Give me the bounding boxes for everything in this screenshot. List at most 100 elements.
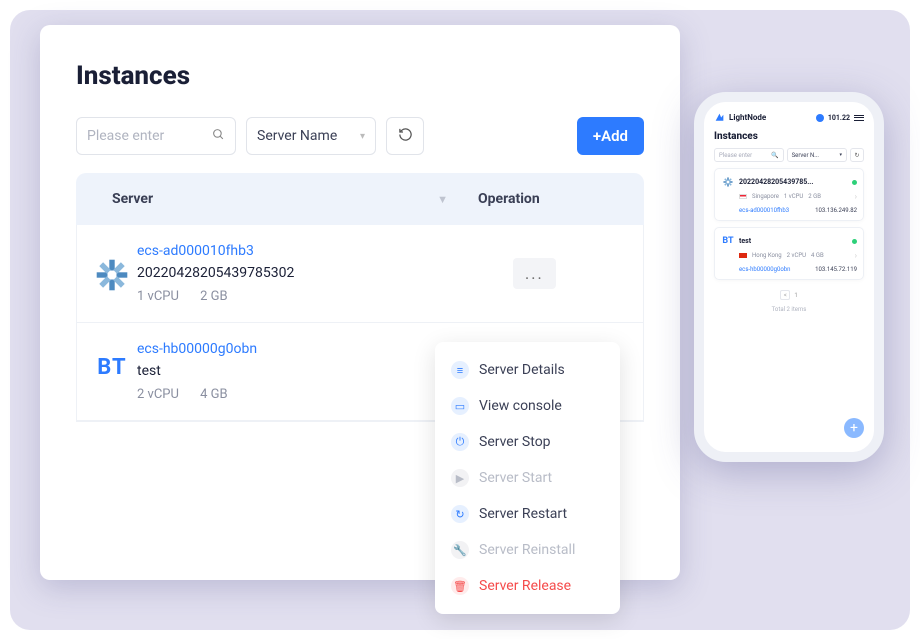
menu-item-label: Server Start (479, 470, 552, 486)
refresh-button[interactable] (386, 117, 424, 155)
col-server-label: Server (112, 191, 153, 207)
instance-spec: 1 vCPU 2 GB (137, 289, 513, 304)
search-icon: 🔍 (771, 152, 778, 159)
os-icon: BT (87, 341, 137, 402)
mem-text: 4 GB (811, 252, 824, 259)
centos-icon (94, 257, 130, 293)
dropdown-label: Server Name (257, 128, 337, 144)
chevron-right-icon: › (855, 251, 857, 260)
region-text: Hong Kong (752, 252, 782, 259)
hamburger-icon[interactable] (854, 115, 864, 121)
phone-refresh-button[interactable]: ↻ (850, 148, 864, 162)
menu-item-label: Server Stop (479, 434, 551, 450)
menu-item-label: Server Reinstall (479, 542, 575, 558)
toolbar-row: Please enter Server Name ▾ +Add (76, 117, 644, 155)
vcpu-text: 1 vCPU (137, 289, 179, 304)
instance-name: 20220428205439785... (739, 178, 848, 186)
phone-screen: LightNode 101.22 Instances Please enter … (704, 102, 874, 452)
phone-mockup: LightNode 101.22 Instances Please enter … (694, 92, 884, 462)
context-menu: ≡ Server Details ▭ View console ⏻ Server… (435, 342, 620, 614)
instance-name: 20220428205439785302 (137, 265, 513, 281)
phone-page-title: Instances (704, 129, 874, 148)
row-operation: ... (513, 243, 643, 304)
balance-amount: 101.22 (828, 114, 850, 122)
filter-icon[interactable]: ▼ (437, 193, 448, 206)
console-icon: ▭ (451, 397, 469, 415)
region-text: Singapore (752, 193, 779, 200)
status-dot-icon (852, 239, 857, 244)
mem-text: 2 GB (200, 289, 228, 304)
pager-prev-button[interactable]: < (780, 290, 790, 300)
col-server-header: Server ▼ (112, 191, 478, 207)
menu-item-label: Server Release (479, 578, 571, 594)
menu-item-label: Server Restart (479, 506, 567, 522)
instance-link[interactable]: ecs-hb00000g0obn (739, 266, 790, 273)
chevron-down-icon: ▾ (839, 152, 842, 158)
mem-text: 4 GB (200, 387, 228, 402)
pager-page-text: 1 (794, 292, 797, 299)
col-operation-header: Operation (478, 191, 608, 207)
phone-instance-card[interactable]: 20220428205439785... Singapore 1 vCPU 2 … (714, 168, 864, 221)
operation-menu-button[interactable]: ... (513, 258, 556, 289)
ip-text: 103.145.72.119 (815, 266, 857, 273)
play-icon: ▶ (451, 469, 469, 487)
fab-add-button[interactable]: + (844, 418, 864, 438)
search-placeholder-text: Please enter (87, 128, 164, 144)
table-header: Server ▼ Operation (76, 173, 644, 225)
brand-name: LightNode (729, 113, 766, 122)
chevron-down-icon: ▾ (360, 131, 365, 142)
menu-server-release[interactable]: 🗑 Server Release (435, 568, 620, 604)
add-button-label: +Add (593, 127, 628, 145)
vcpu-text: 2 vCPU (137, 387, 179, 402)
phone-header: LightNode 101.22 (704, 102, 874, 129)
chevron-right-icon: › (855, 192, 857, 201)
refresh-icon (398, 127, 413, 146)
details-icon: ≡ (451, 361, 469, 379)
menu-item-label: Server Details (479, 362, 565, 378)
page-title: Instances (76, 61, 644, 91)
instance-link[interactable]: ecs-ad000010fhb3 (137, 243, 513, 259)
menu-server-reinstall: 🔧 Server Reinstall (435, 532, 620, 568)
brand-logo-icon (714, 112, 725, 123)
mem-text: 2 GB (808, 193, 821, 200)
phone-toolbar: Please enter 🔍 Server N... ▾ ↻ (704, 148, 874, 168)
flag-icon (739, 253, 747, 258)
add-button[interactable]: +Add (577, 117, 644, 155)
pagination: < 1 (704, 286, 874, 302)
search-input[interactable]: Please enter (76, 117, 236, 155)
search-icon (212, 128, 225, 145)
dropdown-label: Server N... (792, 152, 819, 159)
instance-name: test (739, 237, 848, 245)
bt-icon: BT (97, 355, 126, 380)
phone-dropdown[interactable]: Server N... ▾ (787, 148, 847, 162)
ip-text: 103.136.249.82 (815, 207, 857, 214)
total-text: Total 2 items (704, 302, 874, 317)
menu-view-console[interactable]: ▭ View console (435, 388, 620, 424)
menu-item-label: View console (479, 398, 562, 414)
power-icon: ⏻ (451, 433, 469, 451)
refresh-icon: ↻ (854, 152, 859, 159)
search-placeholder-text: Please enter (719, 152, 752, 159)
status-dot-icon (852, 180, 857, 185)
bt-icon: BT (721, 234, 735, 248)
phone-search-input[interactable]: Please enter 🔍 (714, 148, 784, 162)
table-row: ecs-ad000010fhb3 20220428205439785302 1 … (77, 225, 643, 323)
restart-icon: ↻ (451, 505, 469, 523)
instance-link[interactable]: ecs-ad000010fhb3 (739, 207, 789, 214)
menu-server-start: ▶ Server Start (435, 460, 620, 496)
vcpu-text: 1 vCPU (784, 193, 803, 200)
plus-icon: + (850, 420, 858, 436)
vcpu-text: 2 vCPU (787, 252, 806, 259)
row-info: ecs-ad000010fhb3 20220428205439785302 1 … (137, 243, 513, 304)
menu-server-stop[interactable]: ⏻ Server Stop (435, 424, 620, 460)
server-name-dropdown[interactable]: Server Name ▾ (246, 117, 376, 155)
phone-instance-card[interactable]: BT test Hong Kong 2 vCPU 4 GB › ecs-hb00… (714, 227, 864, 280)
wrench-icon: 🔧 (451, 541, 469, 559)
centos-icon (721, 175, 735, 189)
menu-server-restart[interactable]: ↻ Server Restart (435, 496, 620, 532)
flag-icon (739, 194, 747, 199)
os-icon (87, 243, 137, 304)
trash-icon: 🗑 (451, 577, 469, 595)
menu-server-details[interactable]: ≡ Server Details (435, 352, 620, 388)
currency-icon (816, 114, 824, 122)
